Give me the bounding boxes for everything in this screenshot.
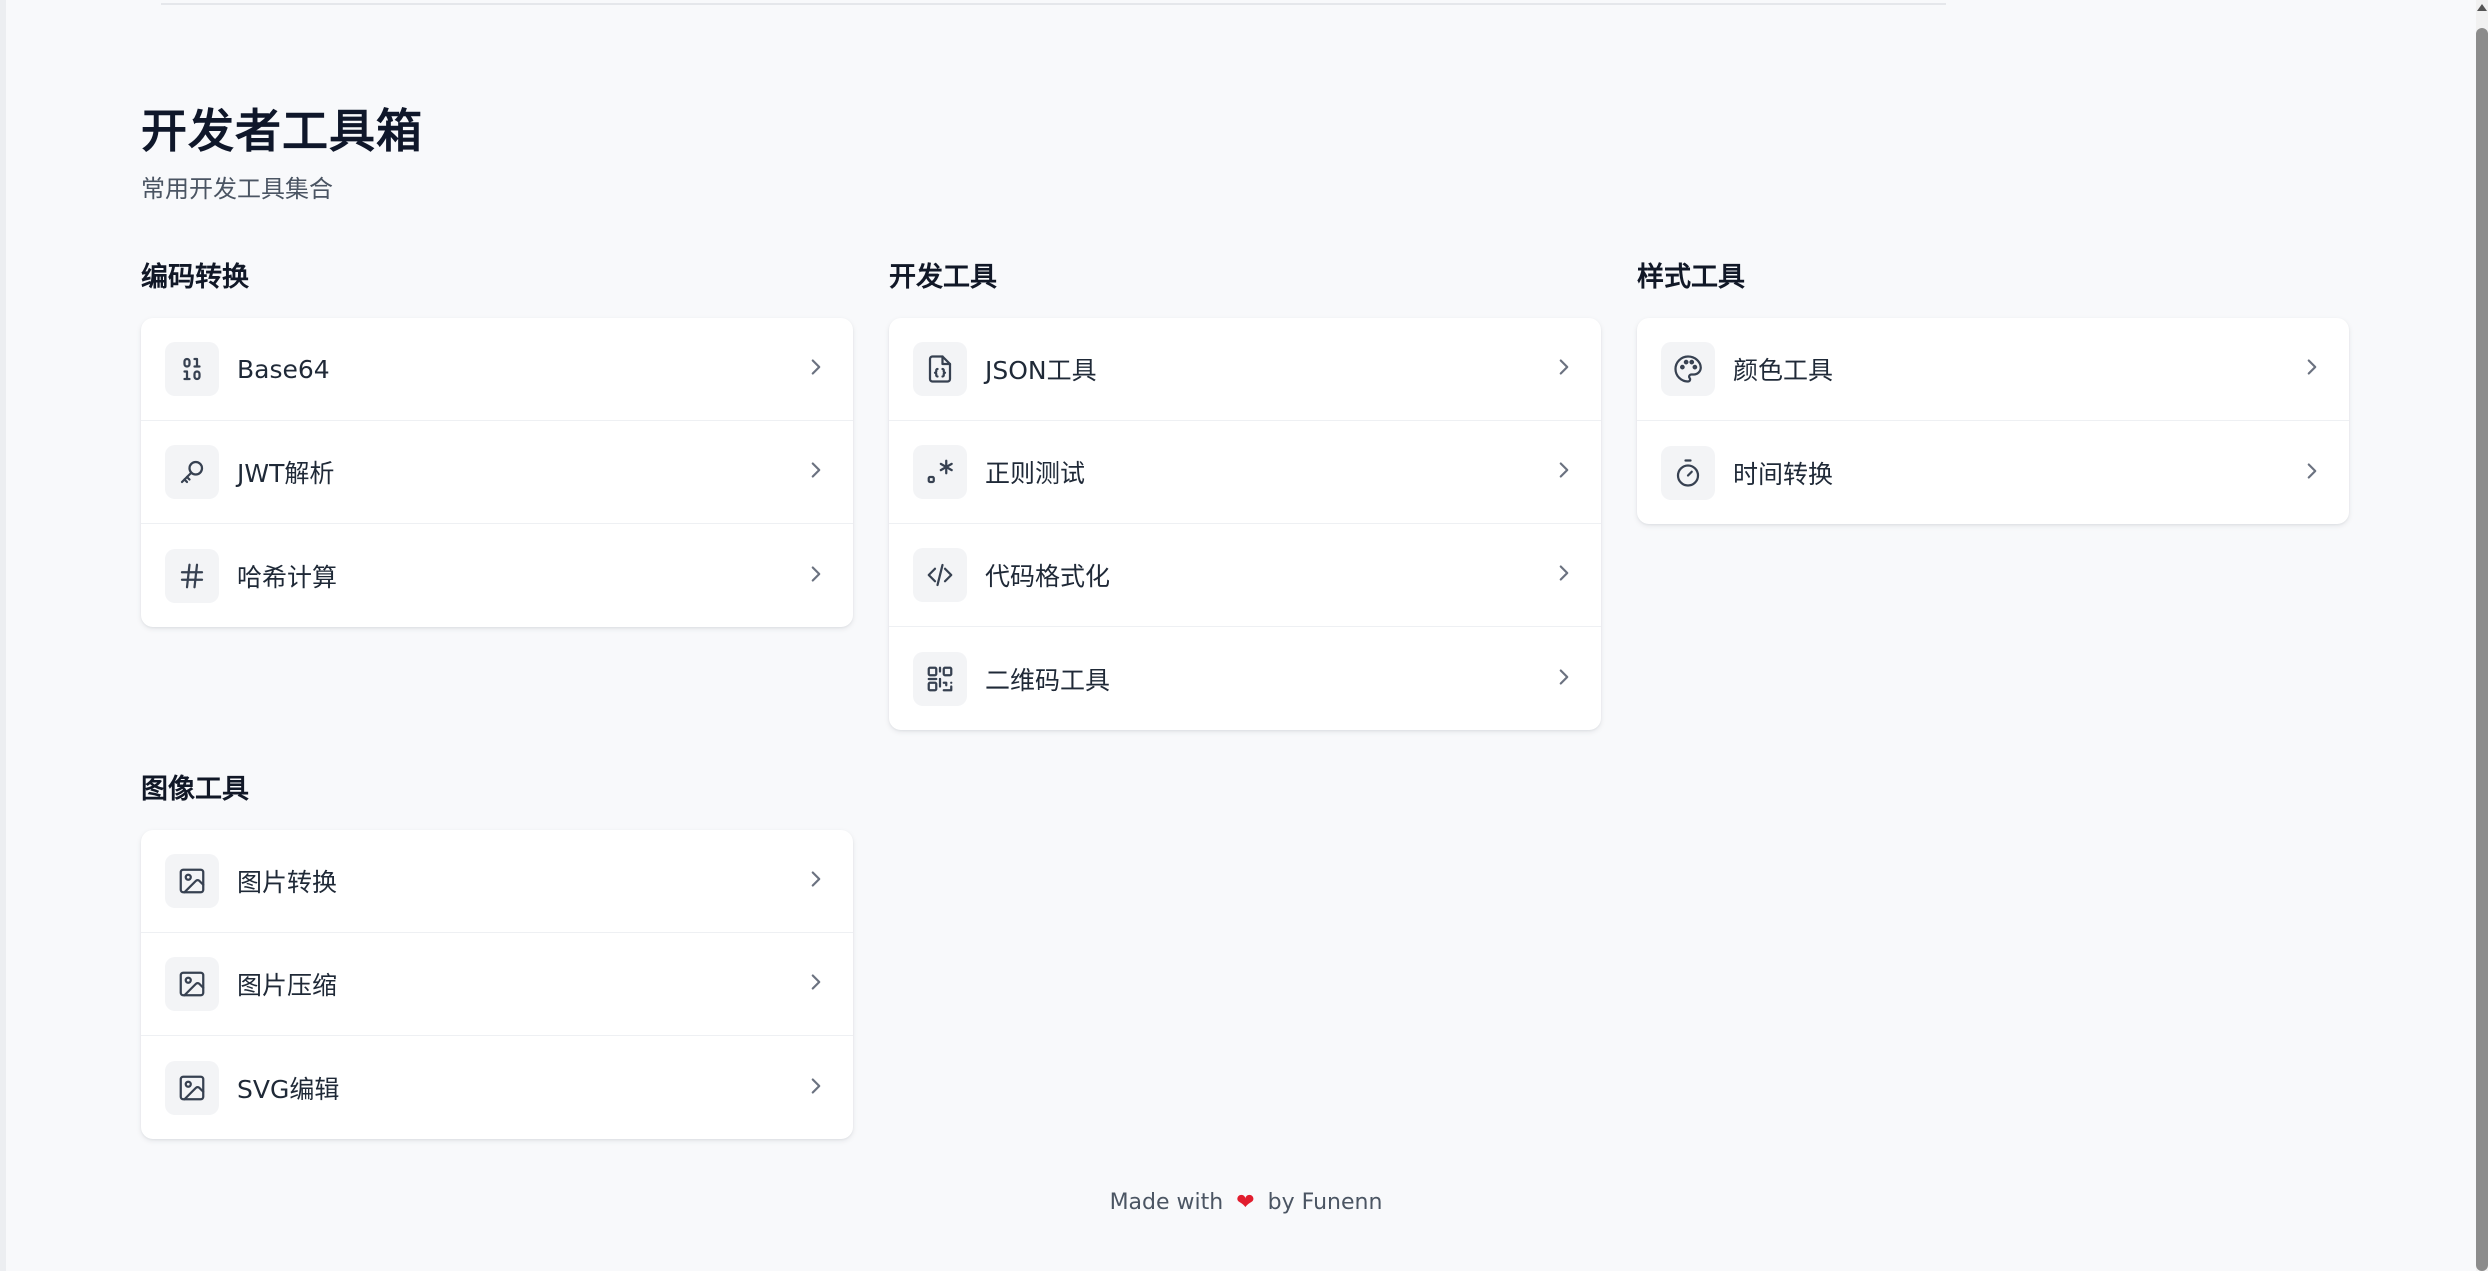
image-icon — [165, 957, 219, 1011]
tool-item-time[interactable]: 时间转换 — [1637, 421, 2349, 524]
section-image-tools: 图像工具 图片转换 图片压缩 SVG编辑 — [141, 770, 853, 1139]
palette-icon — [1661, 342, 1715, 396]
tool-item-regex[interactable]: 正则测试 — [889, 421, 1601, 524]
top-divider — [161, 0, 1946, 5]
code-icon — [913, 548, 967, 602]
chevron-right-icon — [803, 457, 829, 487]
page-content: 开发者工具箱 常用开发工具集合 编码转换 Base64 JWT解析 哈希计算 开… — [141, 100, 2351, 1139]
tool-item-label: JWT解析 — [237, 459, 335, 488]
tool-item-image-convert[interactable]: 图片转换 — [141, 830, 853, 933]
tool-item-label: SVG编辑 — [237, 1074, 340, 1104]
regex-icon — [913, 445, 967, 499]
chevron-right-icon — [1551, 560, 1577, 590]
page-title: 开发者工具箱 — [141, 104, 423, 158]
footer-author: by Funenn — [1267, 1190, 1383, 1215]
scrollbar-thumb[interactable] — [2476, 28, 2488, 1271]
timer-icon — [1661, 445, 1715, 500]
tool-item-label: 正则测试 — [985, 459, 1086, 488]
tool-item-hash[interactable]: 哈希计算 — [141, 524, 853, 627]
hash-icon — [165, 548, 219, 603]
chevron-right-icon — [2299, 458, 2325, 488]
chevron-right-icon — [1551, 457, 1577, 487]
footer: Made with ❤ by Funenn — [6, 1190, 2486, 1215]
section-dev-tools: 开发工具 JSON工具 正则测试 代码格式化 二维码工具 — [889, 258, 1601, 730]
tool-card: JSON工具 正则测试 代码格式化 二维码工具 — [889, 318, 1601, 730]
tool-card: 图片转换 图片压缩 SVG编辑 — [141, 830, 853, 1139]
page-subtitle: 常用开发工具集合 — [141, 175, 333, 203]
tool-item-label: JSON工具 — [985, 356, 1097, 385]
chevron-right-icon — [803, 866, 829, 896]
binary-icon — [165, 342, 219, 396]
app-window: 开发者工具箱 常用开发工具集合 编码转换 Base64 JWT解析 哈希计算 开… — [0, 0, 2488, 1271]
tool-item-jwt[interactable]: JWT解析 — [141, 421, 853, 524]
key-icon — [165, 445, 219, 499]
tool-card: 颜色工具 时间转换 — [1637, 318, 2349, 524]
tool-item-label: 颜色工具 — [1733, 356, 1834, 385]
tool-item-label: 哈希计算 — [237, 562, 338, 592]
section-title: 编码转换 — [141, 262, 249, 293]
image-icon — [165, 854, 219, 908]
tool-grid: 编码转换 Base64 JWT解析 哈希计算 开发工具 JSON工具 正则测试 … — [141, 258, 2351, 1139]
image-icon — [165, 1060, 219, 1115]
chevron-right-icon — [803, 354, 829, 384]
tool-item-qrcode[interactable]: 二维码工具 — [889, 627, 1601, 730]
chevron-right-icon — [803, 969, 829, 999]
file-json-icon — [913, 342, 967, 396]
section-title: 图像工具 — [141, 774, 249, 805]
qr-code-icon — [913, 651, 967, 706]
chevron-right-icon — [2299, 354, 2325, 384]
tool-item-label: 图片压缩 — [237, 971, 338, 1000]
tool-item-code-format[interactable]: 代码格式化 — [889, 524, 1601, 627]
tool-item-image-compress[interactable]: 图片压缩 — [141, 933, 853, 1036]
chevron-right-icon — [803, 1073, 829, 1103]
tool-item-label: 代码格式化 — [985, 562, 1111, 591]
tool-item-label: 二维码工具 — [985, 665, 1111, 695]
section-title: 开发工具 — [889, 262, 997, 293]
section-style-tools: 样式工具 颜色工具 时间转换 — [1637, 258, 2349, 524]
chevron-right-icon — [1551, 354, 1577, 384]
footer-prefix: Made with — [1109, 1190, 1224, 1215]
tool-item-base64[interactable]: Base64 — [141, 318, 853, 421]
tool-item-svg-edit[interactable]: SVG编辑 — [141, 1036, 853, 1139]
tool-item-label: 图片转换 — [237, 868, 338, 897]
scroll-up-icon[interactable] — [2477, 4, 2487, 11]
chevron-right-icon — [803, 561, 829, 591]
tool-card: Base64 JWT解析 哈希计算 — [141, 318, 853, 627]
scrollbar[interactable] — [2476, 0, 2488, 1271]
tool-item-json[interactable]: JSON工具 — [889, 318, 1601, 421]
section-title: 样式工具 — [1637, 262, 1745, 293]
tool-item-color[interactable]: 颜色工具 — [1637, 318, 2349, 421]
chevron-right-icon — [1551, 664, 1577, 694]
heart-icon: ❤ — [1236, 1190, 1255, 1215]
tool-item-label: Base64 — [237, 354, 330, 384]
tool-item-label: 时间转换 — [1733, 459, 1834, 489]
section-encoding: 编码转换 Base64 JWT解析 哈希计算 — [141, 258, 853, 627]
